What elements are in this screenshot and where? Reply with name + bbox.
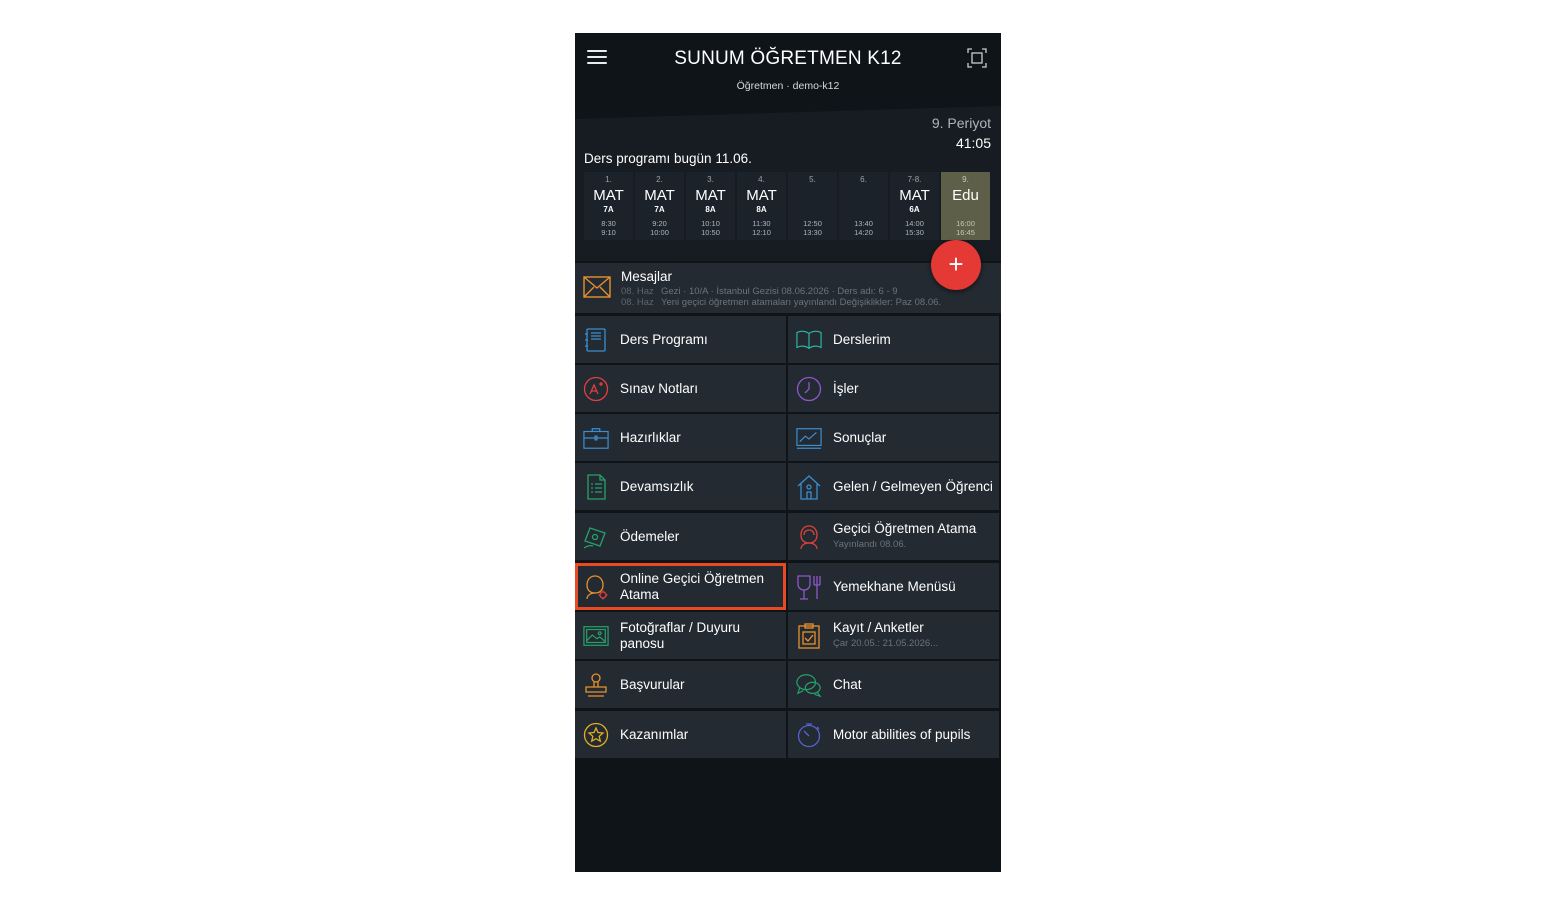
teacher-settings-icon — [586, 575, 608, 600]
briefcase-icon — [583, 428, 609, 449]
tile-hazirliklar[interactable]: Hazırlıklar — [575, 414, 786, 461]
tile-online-gecici-ogretmen-atama[interactable]: Online Geçici Öğretmen Atama — [575, 563, 786, 610]
attendance-sheet-icon — [587, 474, 606, 500]
message-item[interactable]: 08. Haz Yeni geçici öğretmen atamaları ya… — [621, 297, 941, 308]
stopwatch-icon — [797, 723, 821, 748]
schedule-slot-6[interactable]: 6. 13:40 14:20 — [839, 172, 888, 240]
tile-devamsizlik[interactable]: Devamsızlık — [575, 463, 786, 510]
tile-kayit-anketler[interactable]: Kayıt / Anketler Çar 20.05.: 21.05.2026.… — [788, 612, 999, 659]
tile-chat[interactable]: Chat — [788, 661, 999, 708]
open-book-icon — [796, 330, 822, 350]
cutlery-glass-icon — [797, 575, 821, 600]
house-person-icon — [797, 475, 821, 500]
tile-isler[interactable]: İşler — [788, 365, 999, 412]
photo-board-icon — [583, 626, 609, 646]
chart-board-icon — [796, 428, 822, 449]
schedule-strip: 1. MAT 7A 8:30 9:10 2. MAT 7A 9:20 10:00… — [584, 172, 990, 240]
grade-icon — [583, 376, 609, 402]
message-item[interactable]: 08. Haz Gezi · 10/A · İstanbul Gezisi 08.… — [621, 286, 898, 297]
tile-kazanimlar[interactable]: Kazanımlar — [575, 711, 786, 758]
fullscreen-icon[interactable] — [967, 48, 987, 68]
clock-icon — [796, 376, 822, 402]
phone-screen: SUNUM ÖĞRETMEN K12 Öğretmen · demo-k12 9… — [575, 33, 1001, 872]
money-hand-icon — [583, 527, 606, 549]
schedule-slot-4[interactable]: 4. MAT 8A 11:30 12:10 — [737, 172, 786, 240]
notebook-icon — [585, 328, 606, 352]
chat-bubbles-icon — [796, 674, 822, 698]
tile-yemekhane-menusu[interactable]: Yemekhane Menüsü — [788, 563, 999, 610]
tile-odemeler[interactable]: Ödemeler — [575, 513, 786, 560]
tile-gecici-ogretmen-atama[interactable]: Geçici Öğretmen Atama Yayınlandı 08.06. — [788, 513, 999, 560]
schedule-slot-9-current[interactable]: 9. Edu 16:00 16:45 — [941, 172, 990, 240]
schedule-slot-1[interactable]: 1. MAT 7A 8:30 9:10 — [584, 172, 633, 240]
tile-sonuclar[interactable]: Sonuçlar — [788, 414, 999, 461]
schedule-today-label: Ders programı bugün 11.06. — [584, 151, 752, 166]
clipboard-check-icon — [798, 623, 820, 649]
schedule-slot-2[interactable]: 2. MAT 7A 9:20 10:00 — [635, 172, 684, 240]
app-title: SUNUM ÖĞRETMEN K12 — [674, 48, 902, 69]
tile-derslerim[interactable]: Derslerim — [788, 316, 999, 363]
current-period: 9. Periyot — [931, 115, 991, 131]
star-icon — [583, 722, 609, 748]
messages-title: Mesajlar — [621, 269, 673, 284]
tile-ders-programi[interactable]: Ders Programı — [575, 316, 786, 363]
tile-sinav-notlari[interactable]: Sınav Notları — [575, 365, 786, 412]
app-subtitle: Öğretmen · demo-k12 — [736, 80, 840, 92]
schedule-slot-3[interactable]: 3. MAT 8A 10:10 10:50 — [686, 172, 735, 240]
schedule-slot-5[interactable]: 5. 12:50 13:30 — [788, 172, 837, 240]
stamp-icon — [585, 673, 607, 697]
schedule-slot-7-8[interactable]: 7-8. MAT 6A 14:00 15:30 — [890, 172, 939, 240]
app-bar: SUNUM ÖĞRETMEN K12 Öğretmen · demo-k12 — [575, 33, 1001, 101]
teacher-head-icon — [800, 525, 818, 550]
period-timer: 41:05 — [955, 135, 991, 151]
tile-motor-abilities[interactable]: Motor abilities of pupils — [788, 711, 999, 758]
tile-basvurular[interactable]: Başvurular — [575, 661, 786, 708]
tile-gelen-gelmeyen[interactable]: Gelen / Gelmeyen Öğrenci — [788, 463, 999, 510]
tile-fotograflar-duyuru[interactable]: Fotoğraflar / Duyuru panosu — [575, 612, 786, 659]
envelope-icon — [583, 276, 611, 298]
add-fab-button[interactable]: + — [931, 240, 981, 290]
